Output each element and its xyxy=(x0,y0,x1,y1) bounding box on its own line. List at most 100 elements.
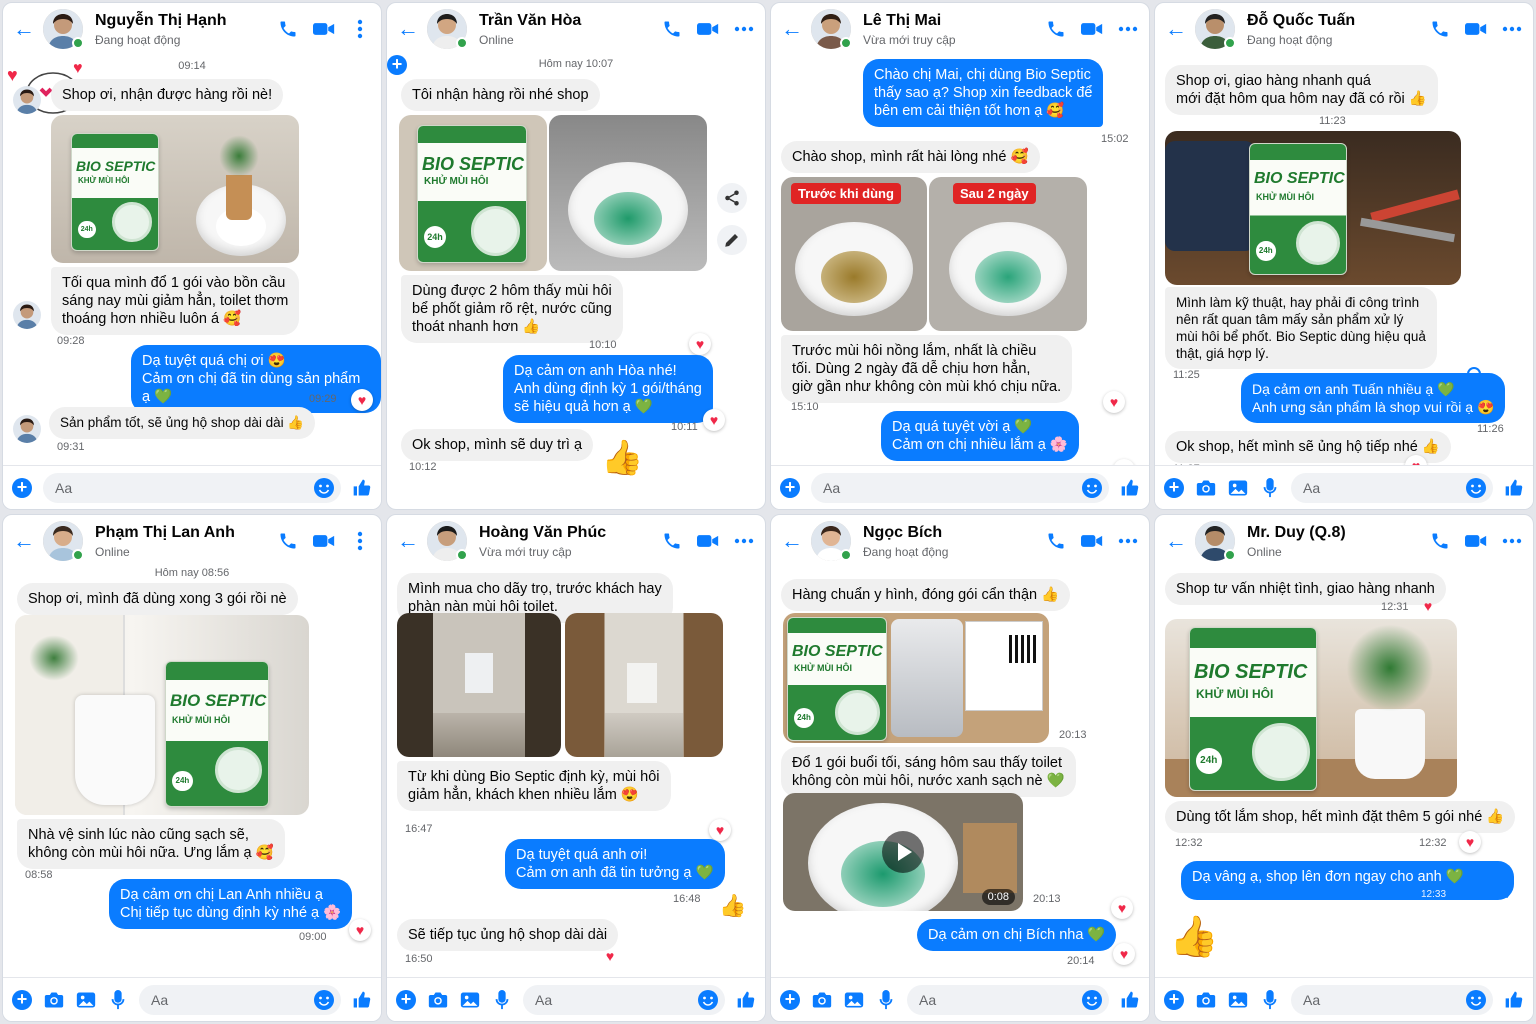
video-message[interactable]: 0:08 xyxy=(783,793,1023,911)
message-input[interactable]: Aa xyxy=(1291,472,1493,503)
product-photo[interactable]: BIO SEPTIC KHỬ MÙI HÔI 24h xyxy=(1165,619,1457,797)
message-input[interactable]: Aa xyxy=(139,984,341,1015)
contact-avatar[interactable] xyxy=(811,521,852,561)
phone-icon[interactable] xyxy=(1429,530,1451,552)
message-input[interactable]: Aa xyxy=(1291,984,1493,1015)
like-icon[interactable] xyxy=(351,477,373,499)
contact-info[interactable]: Phạm Thị Lan Anh Online xyxy=(95,523,277,560)
contact-info[interactable]: Trần Văn Hòa Online xyxy=(479,11,661,48)
play-button[interactable] xyxy=(882,831,924,873)
more-horizontal-icon[interactable] xyxy=(733,18,755,40)
more-vertical-icon[interactable] xyxy=(349,530,371,552)
more-horizontal-icon[interactable] xyxy=(1501,18,1523,40)
video-call-icon[interactable] xyxy=(1465,18,1487,40)
phone-icon[interactable] xyxy=(661,18,683,40)
add-icon[interactable]: + xyxy=(1163,989,1185,1011)
like-icon[interactable] xyxy=(1119,477,1141,499)
gallery-icon[interactable] xyxy=(1227,477,1249,499)
camera-icon[interactable] xyxy=(811,989,833,1011)
contact-info[interactable]: Mr. Duy (Q.8) Online xyxy=(1247,523,1429,560)
video-call-icon[interactable] xyxy=(697,18,719,40)
hallway-photo[interactable] xyxy=(397,613,561,757)
microphone-icon[interactable] xyxy=(875,989,897,1011)
toilet-photo[interactable] xyxy=(549,115,707,271)
contact-info[interactable]: Nguyễn Thị Hạnh Đang hoạt động xyxy=(95,11,277,48)
like-icon[interactable] xyxy=(1503,989,1525,1011)
like-icon[interactable] xyxy=(735,989,757,1011)
product-photo[interactable]: BIO SEPTIC KHỬ MÙI HÔI 24h xyxy=(399,115,547,271)
gallery-icon[interactable] xyxy=(1227,989,1249,1011)
gallery-icon[interactable] xyxy=(459,989,481,1011)
contact-info[interactable]: Lê Thị Mai Vừa mới truy cập xyxy=(863,11,1045,48)
phone-icon[interactable] xyxy=(1045,530,1067,552)
share-button[interactable] xyxy=(717,183,747,213)
more-horizontal-icon[interactable] xyxy=(1117,18,1139,40)
product-photo[interactable]: BIO SEPTIC KHỬ MÙI HÔI 24h xyxy=(15,615,309,815)
microphone-icon[interactable] xyxy=(107,989,129,1011)
contact-info[interactable]: Ngọc Bích Đang hoạt động xyxy=(863,523,1045,560)
emoji-icon[interactable] xyxy=(1465,989,1487,1011)
contact-avatar[interactable] xyxy=(43,9,84,49)
contact-info[interactable]: Đỗ Quốc Tuấn Đang hoạt động xyxy=(1247,11,1429,48)
product-photo[interactable]: BIO SEPTIC KHỬ MÙI HÔI 24h xyxy=(1165,131,1461,285)
camera-icon[interactable] xyxy=(1195,989,1217,1011)
message-input[interactable]: Aa xyxy=(43,472,341,503)
emoji-icon[interactable] xyxy=(1081,989,1103,1011)
contact-avatar[interactable] xyxy=(427,521,468,561)
add-icon[interactable]: + xyxy=(1163,477,1185,499)
add-icon[interactable]: + xyxy=(779,477,801,499)
gallery-icon[interactable] xyxy=(75,989,97,1011)
microphone-icon[interactable] xyxy=(491,989,513,1011)
contact-info[interactable]: Hoàng Văn Phúc Vừa mới truy cập xyxy=(479,523,661,560)
message-input[interactable]: Aa xyxy=(907,984,1109,1015)
like-icon[interactable] xyxy=(1503,477,1525,499)
emoji-icon[interactable] xyxy=(313,989,335,1011)
camera-icon[interactable] xyxy=(427,989,449,1011)
video-call-icon[interactable] xyxy=(313,530,335,552)
back-arrow-icon[interactable]: ← xyxy=(397,18,419,40)
more-horizontal-icon[interactable] xyxy=(733,530,755,552)
hallway-photo[interactable] xyxy=(565,613,723,757)
microphone-icon[interactable] xyxy=(1259,989,1281,1011)
phone-icon[interactable] xyxy=(1429,18,1451,40)
video-call-icon[interactable] xyxy=(1081,18,1103,40)
more-vertical-icon[interactable] xyxy=(349,18,371,40)
back-arrow-icon[interactable]: ← xyxy=(781,530,803,552)
camera-icon[interactable] xyxy=(1195,477,1217,499)
back-arrow-icon[interactable]: ← xyxy=(1165,18,1187,40)
add-icon[interactable]: + xyxy=(11,989,33,1011)
after-photo[interactable]: Sau 2 ngày xyxy=(929,177,1087,331)
message-input[interactable]: Aa xyxy=(811,472,1109,503)
contact-avatar[interactable] xyxy=(1195,521,1236,561)
emoji-icon[interactable] xyxy=(1465,477,1487,499)
gallery-icon[interactable] xyxy=(843,989,865,1011)
more-horizontal-icon[interactable] xyxy=(1501,530,1523,552)
add-icon[interactable]: + xyxy=(11,477,33,499)
phone-icon[interactable] xyxy=(277,530,299,552)
back-arrow-icon[interactable]: ← xyxy=(13,530,35,552)
back-arrow-icon[interactable]: ← xyxy=(1165,530,1187,552)
emoji-icon[interactable] xyxy=(313,477,335,499)
contact-avatar[interactable] xyxy=(43,521,84,561)
more-horizontal-icon[interactable] xyxy=(1117,530,1139,552)
phone-icon[interactable] xyxy=(277,18,299,40)
contact-avatar[interactable] xyxy=(427,9,468,49)
video-call-icon[interactable] xyxy=(697,530,719,552)
contact-avatar[interactable] xyxy=(811,9,852,49)
add-icon[interactable]: + xyxy=(395,989,417,1011)
video-call-icon[interactable] xyxy=(313,18,335,40)
like-icon[interactable] xyxy=(351,989,373,1011)
emoji-icon[interactable] xyxy=(1081,477,1103,499)
contact-avatar[interactable] xyxy=(1195,9,1236,49)
microphone-icon[interactable] xyxy=(1259,477,1281,499)
message-input[interactable]: Aa xyxy=(523,984,725,1015)
add-icon[interactable]: + xyxy=(779,989,801,1011)
product-photo[interactable]: BIO SEPTIC KHỬ MÙI HÔI 24h xyxy=(51,115,299,263)
phone-icon[interactable] xyxy=(1045,18,1067,40)
video-call-icon[interactable] xyxy=(1465,530,1487,552)
phone-icon[interactable] xyxy=(661,530,683,552)
back-arrow-icon[interactable]: ← xyxy=(397,530,419,552)
package-photo[interactable]: BIO SEPTIC KHỬ MÙI HÔI 24h xyxy=(783,613,1049,743)
before-photo[interactable]: Trước khi dùng xyxy=(781,177,927,331)
like-icon[interactable] xyxy=(1119,989,1141,1011)
